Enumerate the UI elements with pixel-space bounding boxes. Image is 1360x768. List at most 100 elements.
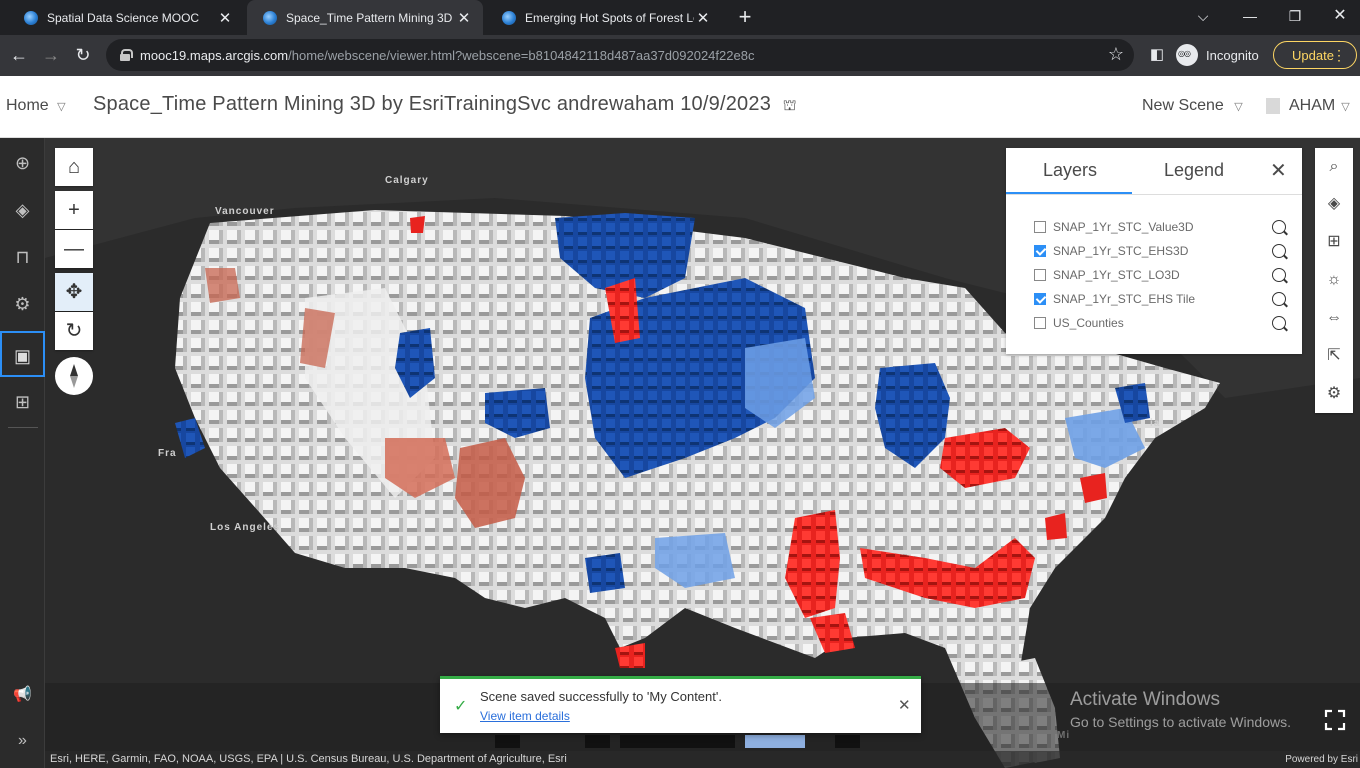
- city-label: Fra: [158, 448, 177, 459]
- browser-toolbar: ← → ↻ mooc19.maps.arcgis.com/home/websce…: [0, 35, 1360, 76]
- chevron-down-icon: ▽: [1341, 100, 1350, 113]
- chevron-down-icon: ▽: [57, 101, 66, 113]
- close-icon[interactable]: ✕: [898, 696, 911, 714]
- zoom-to-layer-icon[interactable]: [1272, 244, 1286, 258]
- layer-row[interactable]: SNAP_1Yr_STC_LO3D: [1034, 265, 1286, 285]
- zoom-out-button[interactable]: —: [55, 230, 93, 268]
- tab-title: Space_Time Pattern Mining 3D b: [286, 10, 455, 25]
- incognito-indicator[interactable]: Incognito: [1176, 41, 1259, 69]
- whats-new-megaphone-icon[interactable]: 📢: [0, 672, 45, 718]
- fullscreen-icon[interactable]: [1324, 709, 1346, 731]
- browser-tab[interactable]: Spatial Data Science MOOC ✕: [8, 0, 244, 35]
- layer-visibility-checkbox[interactable]: [1034, 317, 1046, 329]
- basemap-gallery-icon[interactable]: ⊞: [1315, 223, 1353, 261]
- layer-row[interactable]: SNAP_1Yr_STC_Value3D: [1034, 217, 1286, 237]
- zoom-to-layer-icon[interactable]: [1272, 292, 1286, 306]
- tab-title: Emerging Hot Spots of Forest Lo: [525, 10, 694, 25]
- address-bar[interactable]: mooc19.maps.arcgis.com/home/webscene/vie…: [106, 39, 1134, 71]
- settings-gears-icon[interactable]: ⚙: [1315, 375, 1353, 413]
- home-menu[interactable]: Home ▽: [6, 97, 66, 115]
- watermark-title: Activate Windows: [1070, 689, 1220, 710]
- layer-visibility-checkbox[interactable]: [1034, 293, 1046, 305]
- layers-rail-icon[interactable]: ◈: [0, 187, 45, 233]
- browser-tab[interactable]: Emerging Hot Spots of Forest Lo ✕: [486, 0, 722, 35]
- success-check-icon: ✓: [454, 698, 468, 715]
- close-icon[interactable]: ✕: [1270, 158, 1287, 183]
- new-scene-menu[interactable]: New Scene ▽: [1142, 97, 1243, 115]
- slides-icon[interactable]: ⊓: [0, 234, 45, 280]
- reload-icon[interactable]: ↻: [71, 43, 95, 67]
- city-label: Vancouver: [215, 206, 275, 217]
- measure-icon[interactable]: ⇔: [1315, 299, 1353, 337]
- map-attribution: Esri, HERE, Garmin, FAO, NOAA, USGS, EPA…: [45, 751, 1360, 768]
- map-tools-rail: ⌕ ◈ ⊞ ☼ ⇔ ⇱ ⚙: [1315, 148, 1353, 413]
- pan-arrows-icon: ✥: [65, 281, 83, 303]
- zoom-in-button[interactable]: +: [55, 191, 93, 229]
- layer-name: US_Counties: [1053, 316, 1124, 330]
- layer-row[interactable]: SNAP_1Yr_STC_EHS Tile: [1034, 289, 1286, 309]
- search-icon[interactable]: ⌕: [1315, 148, 1353, 186]
- page-title: Space_Time Pattern Mining 3D by EsriTrai…: [93, 93, 797, 116]
- more-menu-icon[interactable]: ⋮: [1332, 47, 1346, 64]
- layer-row[interactable]: US_Counties: [1034, 313, 1286, 333]
- zoom-to-layer-icon[interactable]: [1272, 220, 1286, 234]
- watermark-subtitle: Go to Settings to activate Windows.: [1070, 714, 1291, 730]
- chevron-down-icon: ▽: [1234, 101, 1243, 113]
- tab-legend[interactable]: Legend: [1164, 160, 1224, 181]
- share-icon[interactable]: ⇱: [1315, 337, 1353, 375]
- new-scene-label: New Scene: [1142, 97, 1224, 114]
- globe-favicon-icon: [502, 10, 516, 25]
- zoom-to-layer-icon[interactable]: [1272, 268, 1286, 282]
- rotate-icon: ↻: [65, 320, 83, 342]
- home-view-button[interactable]: ⌂: [55, 148, 93, 186]
- windows-activation-watermark: Activate Windows Go to Settings to activ…: [1070, 689, 1291, 730]
- globe-favicon-icon: [263, 10, 277, 25]
- powered-by-esri[interactable]: Powered by Esri: [1285, 751, 1358, 768]
- rotate-button[interactable]: ↻: [55, 312, 93, 350]
- minimize-window-button[interactable]: —: [1235, 4, 1265, 28]
- save-icon[interactable]: ▣: [0, 331, 45, 377]
- close-window-button[interactable]: ✕: [1325, 4, 1355, 28]
- rail-divider: [8, 427, 38, 428]
- restore-window-button[interactable]: ❐: [1280, 4, 1310, 28]
- compass-button[interactable]: [55, 357, 93, 395]
- side-panel-icon[interactable]: ◧: [1145, 43, 1169, 67]
- close-tab-icon[interactable]: ✕: [216, 9, 234, 27]
- layer-visibility-checkbox[interactable]: [1034, 221, 1046, 233]
- update-label: Update: [1292, 47, 1334, 63]
- url-path: /home/webscene/viewer.html?webscene=b810…: [288, 47, 755, 63]
- expand-rail-icon[interactable]: »: [0, 718, 45, 764]
- tab-layers[interactable]: Layers: [1043, 160, 1097, 181]
- tab-search-chevron-icon[interactable]: ⌵: [1188, 4, 1218, 28]
- compass-icon: [70, 364, 78, 388]
- zoom-to-layer-icon[interactable]: [1272, 316, 1286, 330]
- daylight-sun-icon[interactable]: ☼: [1315, 261, 1353, 299]
- layer-visibility-checkbox[interactable]: [1034, 269, 1046, 281]
- layer-name: SNAP_1Yr_STC_EHS Tile: [1053, 292, 1196, 306]
- layer-visibility-checkbox[interactable]: [1034, 245, 1046, 257]
- browser-tab-active[interactable]: Space_Time Pattern Mining 3D b ✕: [247, 0, 483, 35]
- pan-button[interactable]: ✥: [55, 273, 93, 311]
- view-item-details-link[interactable]: View item details: [480, 709, 570, 723]
- toast-message: Scene saved successfully to 'My Content'…: [480, 689, 722, 704]
- layers-icon[interactable]: ◈: [1315, 185, 1353, 223]
- bookmark-star-icon[interactable]: ☆: [1108, 44, 1124, 65]
- back-arrow-icon[interactable]: ←: [7, 43, 31, 67]
- layer-row[interactable]: SNAP_1Yr_STC_EHS3D: [1034, 241, 1286, 261]
- user-menu[interactable]: AHAM ▽: [1266, 97, 1350, 115]
- close-tab-icon[interactable]: ✕: [455, 9, 473, 27]
- close-tab-icon[interactable]: ✕: [694, 9, 712, 27]
- forward-arrow-icon[interactable]: →: [39, 43, 63, 67]
- apps-grid-icon[interactable]: ⊞: [0, 379, 45, 425]
- settings-gear-icon[interactable]: ⚙: [0, 281, 45, 327]
- incognito-label: Incognito: [1206, 47, 1259, 63]
- user-name: AHAM: [1289, 97, 1336, 114]
- layer-name: SNAP_1Yr_STC_LO3D: [1053, 268, 1180, 282]
- plus-icon: +: [68, 199, 80, 221]
- update-button[interactable]: Update ⋮: [1273, 41, 1357, 69]
- building-icon: ⛫: [782, 97, 797, 114]
- avatar: [1266, 98, 1280, 114]
- new-tab-button[interactable]: +: [734, 6, 756, 28]
- add-layer-icon[interactable]: ⊕: [0, 140, 45, 186]
- layers-panel: Layers Legend ✕ SNAP_1Yr_STC_Value3D SNA…: [1006, 148, 1302, 354]
